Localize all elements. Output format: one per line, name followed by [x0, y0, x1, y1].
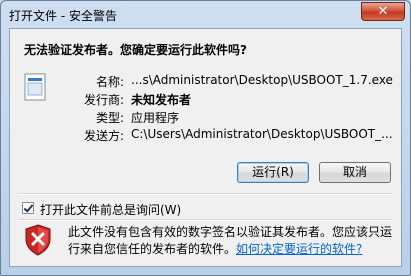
warning-message: 此文件没有包含有效的数字签名以验证其发布者。您应该只运行来自您信任的发布者的软件… — [68, 224, 398, 258]
type-value: 应用程序 — [131, 111, 180, 125]
publisher-value: 未知发布者 — [131, 93, 192, 107]
run-button[interactable]: 运行(R) — [237, 162, 309, 183]
separator-2 — [18, 219, 393, 221]
from-value: C:\Users\Administrator\Desktop\USBOOT_..… — [131, 127, 393, 141]
security-warning-dialog: 打开文件 - 安全警告 ✕ 无法验证发布者。您确定要运行此软件吗? 名称: ..… — [0, 0, 411, 276]
publisher-label: 发行商: — [83, 93, 124, 107]
title-bar[interactable]: 打开文件 - 安全警告 ✕ — [1, 1, 410, 28]
always-ask-label[interactable]: 打开此文件前总是询问(W) — [40, 201, 181, 218]
name-value: ...s\Administrator\Desktop\USBOOT_1.7.ex… — [131, 73, 393, 87]
dialog-body: 无法验证发布者。您确定要运行此软件吗? 名称: ...s\Administrat… — [9, 28, 402, 267]
close-button[interactable]: ✕ — [361, 2, 405, 21]
name-label: 名称: — [95, 75, 124, 89]
window-title: 打开文件 - 安全警告 — [9, 9, 117, 23]
executable-file-icon — [24, 73, 46, 101]
always-ask-checkbox[interactable] — [22, 202, 34, 214]
cancel-button[interactable]: 取消 — [319, 162, 391, 183]
question-heading: 无法验证发布者。您确定要运行此软件吗? — [24, 43, 247, 57]
warning-shield-icon — [25, 224, 51, 256]
type-label: 类型: — [95, 111, 124, 125]
from-label: 发送方: — [83, 129, 124, 143]
separator — [18, 193, 393, 195]
how-to-decide-link[interactable]: 如何决定要运行的软件? — [236, 242, 362, 256]
